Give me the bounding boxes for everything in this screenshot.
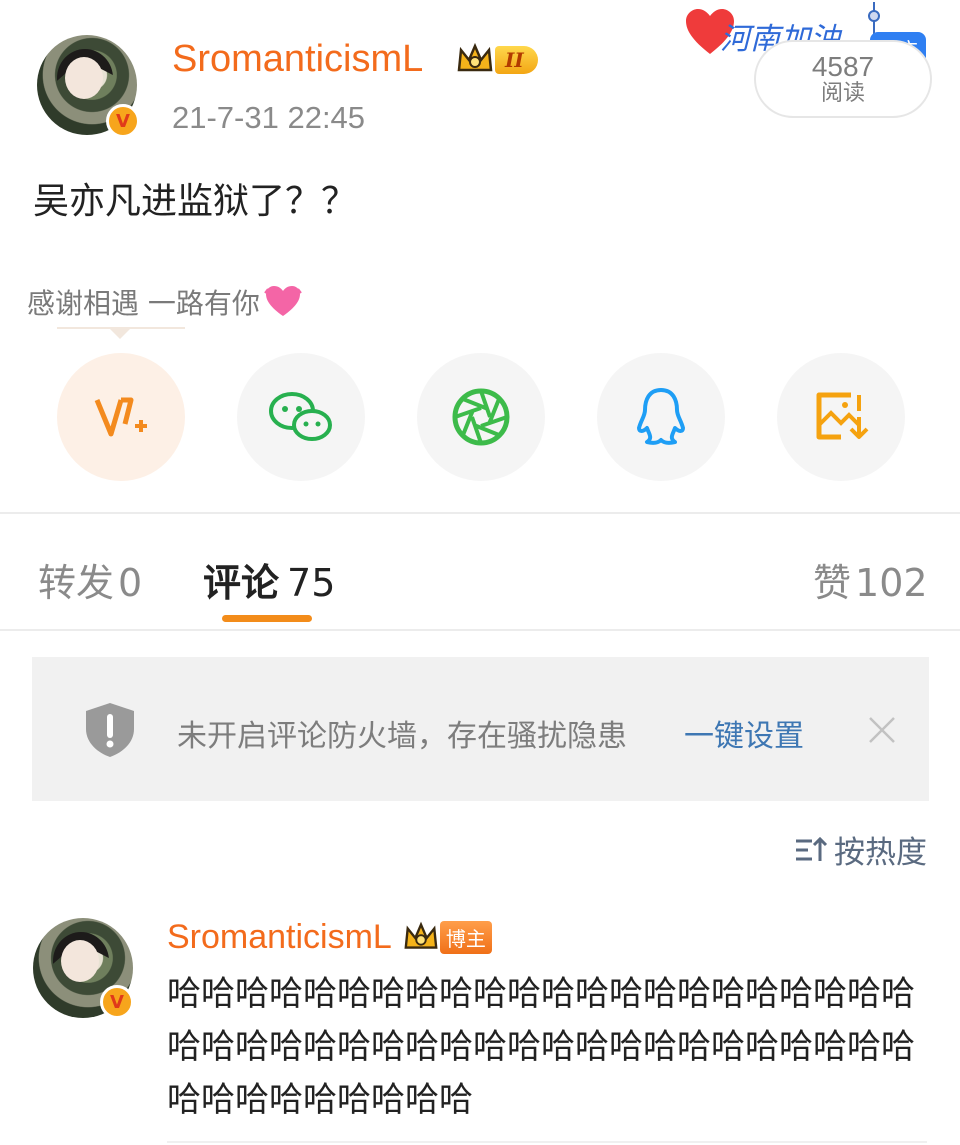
- tab-likes[interactable]: 赞 102: [813, 552, 928, 607]
- firewall-setup-link[interactable]: 一键设置: [684, 711, 804, 755]
- post-signature: 感谢相遇 一路有你: [27, 282, 302, 322]
- active-tab-indicator: [222, 615, 312, 622]
- comment-firewall-banner: 未开启评论防火墙，存在骚扰隐患 一键设置: [32, 657, 929, 801]
- blogger-badge: 博主: [439, 921, 492, 954]
- wechat-icon: [269, 392, 332, 441]
- sort-by-hot-button[interactable]: 按热度: [794, 827, 927, 872]
- tab-repost-count: 0: [118, 561, 143, 605]
- post-timestamp: 21-7-31 22:45: [172, 100, 366, 135]
- qq-icon: [637, 388, 685, 445]
- comment-header: SromanticismL 博主: [167, 918, 492, 957]
- signature-text: 感谢相遇 一路有你: [27, 287, 260, 320]
- member-level-badge[interactable]: II: [455, 40, 538, 80]
- close-icon[interactable]: [867, 715, 897, 745]
- divider: [167, 1141, 927, 1143]
- sort-icon: [796, 836, 828, 861]
- pink-heart-icon: [264, 286, 302, 316]
- tab-repost-label: 转发: [38, 561, 115, 605]
- tab-likes-count: 102: [855, 561, 928, 605]
- verified-badge-icon: V: [100, 985, 134, 1019]
- vplus-share-button[interactable]: [57, 353, 185, 481]
- crown-icon: [404, 921, 438, 949]
- sort-label: 按热度: [834, 835, 927, 871]
- moments-share-button[interactable]: [417, 353, 545, 481]
- author-name[interactable]: SromanticismL: [172, 38, 423, 81]
- save-image-button[interactable]: [777, 353, 905, 481]
- save-image-icon: [816, 392, 869, 440]
- vplus-icon: [94, 397, 147, 437]
- crown-icon: [457, 42, 493, 72]
- moments-icon: [452, 388, 510, 446]
- qq-share-button[interactable]: [597, 353, 725, 481]
- divider: [0, 629, 960, 631]
- read-count: 4587: [811, 51, 875, 82]
- tab-comments-count: 75: [287, 561, 336, 605]
- firewall-message: 未开启评论防火墙，存在骚扰隐患: [177, 719, 627, 754]
- pointer-caret: [110, 329, 130, 339]
- read-label: 阅读: [820, 81, 865, 106]
- tab-likes-label: 赞: [813, 561, 852, 605]
- tab-comments[interactable]: 评论 75: [203, 552, 335, 607]
- comment-author[interactable]: SromanticismL: [167, 918, 392, 957]
- tab-comments-label: 评论: [203, 561, 280, 605]
- post-content: 吴亦凡进监狱了？？: [33, 181, 358, 222]
- shield-icon: [86, 703, 134, 757]
- tab-repost[interactable]: 转发 0: [38, 552, 142, 607]
- divider: [0, 512, 960, 514]
- wechat-share-button[interactable]: [237, 353, 365, 481]
- verified-badge-icon: V: [106, 104, 140, 138]
- level-text: II: [495, 46, 538, 74]
- comment-text: 哈哈哈哈哈哈哈哈哈哈哈哈哈哈哈哈哈哈哈哈哈哈哈哈哈哈哈哈哈哈哈哈哈哈哈哈哈哈哈哈…: [167, 974, 915, 1120]
- read-count-box: 4587 阅读: [754, 40, 932, 118]
